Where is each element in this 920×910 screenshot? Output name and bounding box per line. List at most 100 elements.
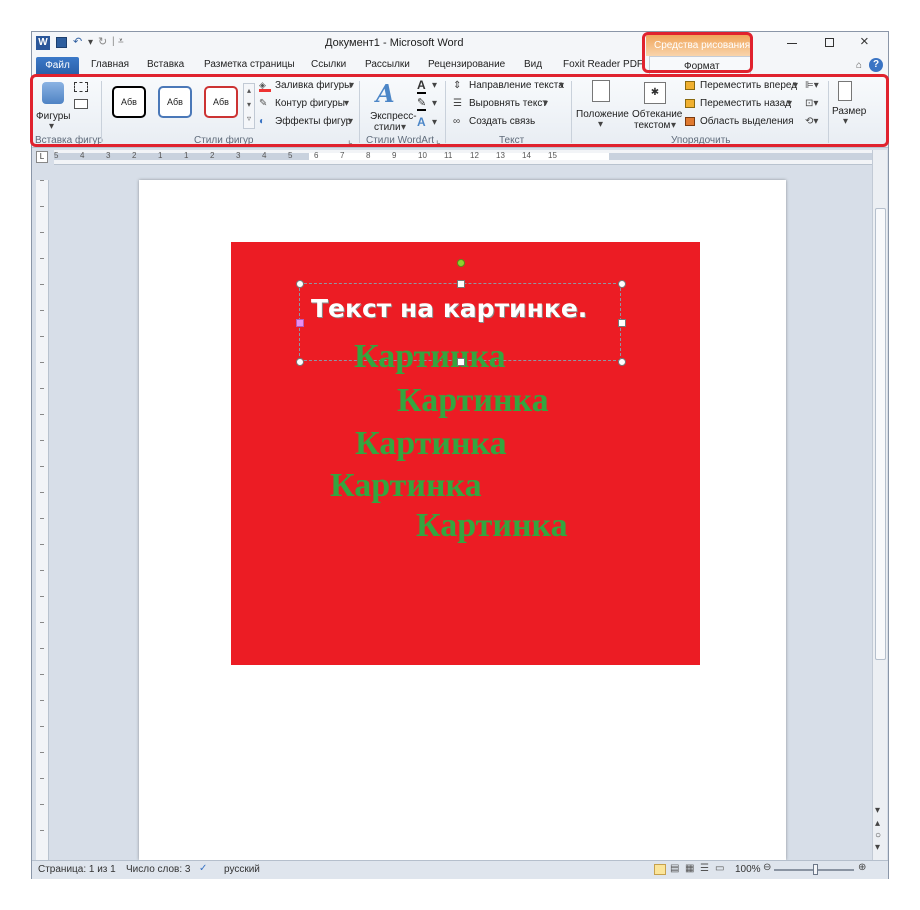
ruler-tick-mark	[40, 388, 44, 389]
ruler-tick-label: 13	[496, 151, 505, 160]
tab-page-layout[interactable]: Разметка страницы	[204, 59, 295, 70]
ruler-tick-mark	[40, 804, 44, 805]
minimize-button[interactable]	[787, 43, 797, 44]
ruler-tick-mark	[40, 518, 44, 519]
resize-handle-bottom-left[interactable]	[296, 358, 304, 366]
green-word-1: Картинка	[354, 338, 506, 375]
next-page-icon[interactable]: ▾	[875, 842, 880, 853]
full-screen-reading-icon[interactable]: ▤	[670, 863, 679, 874]
ruler-tick-mark	[40, 544, 44, 545]
zoom-in-icon[interactable]: ⊕	[858, 862, 866, 873]
ruler-tick-label: 9	[392, 151, 397, 160]
ruler-tick-label: 11	[444, 151, 453, 160]
overlay-text[interactable]: Текст на картинке.	[311, 294, 587, 323]
language-label[interactable]: русский	[224, 864, 260, 875]
proofing-icon[interactable]: ✓	[199, 863, 207, 874]
vertical-scrollbar[interactable]	[872, 150, 887, 860]
resize-handle-top-right[interactable]	[618, 280, 626, 288]
tab-foxit-reader[interactable]: Foxit Reader PDF	[563, 59, 643, 70]
ruler-text-area	[309, 153, 609, 160]
ruler-tick-mark	[40, 232, 44, 233]
ruler-tick-mark	[40, 648, 44, 649]
web-layout-icon[interactable]: ▦	[685, 863, 694, 874]
close-button[interactable]: ×	[860, 33, 869, 50]
ruler-tick-mark	[40, 570, 44, 571]
save-icon[interactable]	[56, 37, 67, 48]
resize-handle-bottom-right[interactable]	[618, 358, 626, 366]
resize-handle-right[interactable]	[618, 319, 626, 327]
undo-icon[interactable]: ↶	[73, 35, 82, 48]
resize-handle-top-left[interactable]	[296, 280, 304, 288]
ruler-tick-label: 7	[340, 151, 345, 160]
help-icon[interactable]: ?	[869, 58, 883, 72]
resize-handle-left[interactable]	[296, 319, 304, 327]
ruler-tick-mark	[40, 180, 44, 181]
green-word-4: Картинка	[330, 467, 482, 504]
red-picture[interactable]: Текст на картинке. Картинка Картинка Кар…	[231, 242, 700, 665]
undo-dropdown-icon[interactable]: ▾	[88, 37, 93, 48]
ruler-tick-mark	[40, 674, 44, 675]
ruler-tick-mark	[40, 362, 44, 363]
ruler-tick-label: 4	[262, 151, 267, 160]
status-bar: Страница: 1 из 1 Число слов: 3 ✓ русский…	[32, 860, 888, 879]
ruler-tick-label: 14	[522, 151, 531, 160]
page-count[interactable]: Страница: 1 из 1	[38, 864, 116, 875]
tab-insert[interactable]: Вставка	[147, 59, 184, 70]
title-bar: W ↶ ▾ ↻ | ⩡ Документ1 - Microsoft Word С…	[32, 32, 888, 73]
tab-review[interactable]: Рецензирование	[428, 59, 505, 70]
ruler-tick-label: 5	[288, 151, 293, 160]
zoom-level[interactable]: 100%	[735, 864, 761, 875]
qat-separator: |	[112, 36, 115, 47]
ruler-tick-mark	[40, 596, 44, 597]
tab-mailings[interactable]: Рассылки	[365, 59, 410, 70]
zoom-out-icon[interactable]: ⊖	[763, 862, 771, 873]
ruler-tick-mark	[40, 258, 44, 259]
ruler-tick-mark	[40, 466, 44, 467]
tab-references[interactable]: Ссылки	[311, 59, 346, 70]
ruler-tick-label: 6	[314, 151, 319, 160]
ribbon-tabs: Файл Главная Вставка Разметка страницы С…	[32, 56, 888, 76]
redo-icon[interactable]: ↻	[98, 35, 107, 48]
zoom-slider-thumb[interactable]	[813, 864, 818, 875]
tab-selector-icon[interactable]: L	[36, 151, 48, 163]
horizontal-ruler[interactable]: 5 4 3 2 1 1 2 3 4 5 6 7 8 9 10 11 12 13 14 15	[54, 150, 872, 165]
word-count[interactable]: Число слов: 3	[126, 864, 190, 875]
ruler-tick-mark	[40, 206, 44, 207]
resize-handle-top[interactable]	[457, 280, 465, 288]
ruler-tick-label: 1	[184, 151, 189, 160]
ruler-tick-label: 3	[236, 151, 241, 160]
resize-handle-bottom[interactable]	[457, 358, 465, 366]
highlight-ribbon	[30, 74, 889, 147]
ruler-tick-mark	[40, 492, 44, 493]
ruler-tick-label: 12	[470, 151, 479, 160]
tab-view[interactable]: Вид	[524, 59, 542, 70]
ruler-margin-right	[609, 153, 872, 160]
draft-view-icon[interactable]: ▭	[715, 863, 724, 874]
ruler-tick-label: 1	[158, 151, 163, 160]
ruler-tick-label: 4	[80, 151, 85, 160]
outline-view-icon[interactable]: ☰	[700, 863, 709, 874]
tab-file[interactable]: Файл	[36, 57, 79, 75]
customize-qat-icon[interactable]: ⩡	[118, 36, 124, 47]
maximize-button[interactable]	[825, 38, 834, 47]
prev-page-icon[interactable]: ▴	[875, 818, 880, 829]
word-app-icon[interactable]: W	[36, 36, 50, 50]
vertical-ruler[interactable]	[36, 180, 49, 860]
rotate-handle[interactable]	[457, 259, 465, 267]
ruler-tick-mark	[40, 310, 44, 311]
print-layout-view-icon[interactable]	[654, 864, 666, 875]
green-word-3: Картинка	[355, 425, 507, 462]
ruler-tick-mark	[40, 284, 44, 285]
green-word-5: Картинка	[416, 507, 568, 544]
ruler-tick-label: 2	[210, 151, 215, 160]
window-title: Документ1 - Microsoft Word	[325, 37, 464, 49]
document-page[interactable]: Текст на картинке. Картинка Картинка Кар…	[139, 180, 786, 860]
ruler-tick-label: 5	[54, 151, 59, 160]
tab-home[interactable]: Главная	[91, 59, 129, 70]
minimize-ribbon-icon[interactable]: ⌂	[856, 60, 862, 71]
scroll-thumb[interactable]	[875, 208, 886, 660]
ruler-tick-label: 15	[548, 151, 557, 160]
ruler-tick-mark	[40, 414, 44, 415]
browse-object-icon[interactable]: ○	[875, 830, 881, 841]
scroll-down-arrow-icon[interactable]: ▾	[875, 805, 880, 816]
